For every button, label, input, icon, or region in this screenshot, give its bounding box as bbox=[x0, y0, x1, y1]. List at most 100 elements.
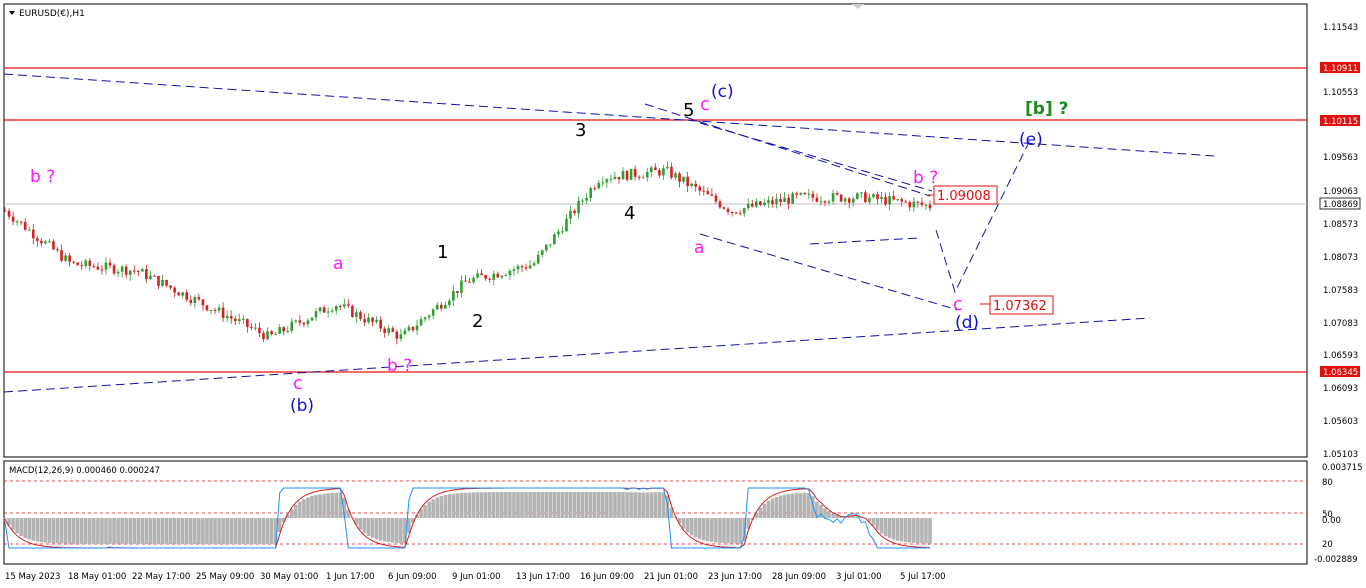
macd-histogram-bar bbox=[879, 518, 884, 534]
wave-label-3: 3 bbox=[575, 120, 586, 141]
macd-histogram-bar bbox=[261, 518, 266, 544]
macd-histogram-bar bbox=[326, 493, 330, 518]
candle-body bbox=[298, 320, 302, 323]
candle-body bbox=[589, 188, 592, 198]
candle-body bbox=[11, 216, 15, 222]
macd-histogram-bar bbox=[253, 518, 258, 544]
candle-body bbox=[492, 273, 496, 280]
macd-histogram-bar bbox=[689, 518, 694, 536]
candle-body bbox=[577, 200, 580, 214]
candle-body bbox=[847, 198, 851, 203]
chart-canvas[interactable]: EURUSD(€),H1 b ? a c (b) b ? 1 2 3 4 5 c… bbox=[0, 0, 1366, 588]
macd-histogram-bar bbox=[491, 492, 496, 518]
macd-histogram-bar bbox=[116, 518, 120, 544]
macd-histogram-bar bbox=[15, 518, 19, 534]
candle-body bbox=[649, 167, 653, 172]
macd-tick: 80 bbox=[1322, 478, 1333, 488]
candle-body bbox=[165, 279, 168, 286]
macd-histogram-bar bbox=[302, 499, 306, 518]
candle-body bbox=[892, 196, 895, 200]
candle-body bbox=[443, 304, 447, 309]
macd-histogram-bar bbox=[374, 518, 379, 540]
candle-body bbox=[169, 285, 172, 288]
candle-body bbox=[658, 170, 661, 176]
candle-body bbox=[395, 331, 399, 339]
candle-body bbox=[831, 193, 835, 202]
macd-histogram-bar bbox=[382, 518, 387, 542]
macd-histogram-bar bbox=[132, 518, 137, 544]
candle-body bbox=[173, 287, 176, 293]
macd-histogram-bar bbox=[576, 492, 581, 518]
time-label: 9 Jun 01:00 bbox=[452, 572, 501, 582]
macd-histogram-bar bbox=[314, 495, 318, 518]
candle-body bbox=[750, 203, 754, 207]
macd-histogram-bar bbox=[241, 518, 246, 544]
candle-body bbox=[654, 167, 657, 171]
price-tick: 1.10553 bbox=[1323, 88, 1358, 98]
macd-histogram-bar bbox=[55, 518, 60, 544]
candle-body bbox=[314, 311, 318, 318]
candle-body bbox=[916, 201, 920, 203]
time-axis[interactable]: 15 May 2023 18 May 01:00 22 May 17:00 25… bbox=[5, 572, 946, 582]
candle-body bbox=[645, 171, 649, 178]
price-box-lower-text: 1.07362 bbox=[993, 299, 1047, 314]
candle-body bbox=[76, 262, 80, 266]
candle-body bbox=[15, 221, 19, 223]
macd-histogram-bar bbox=[75, 518, 80, 544]
candle-body bbox=[722, 207, 726, 209]
candle-body bbox=[605, 179, 609, 183]
price-tick: 1.07583 bbox=[1323, 286, 1358, 296]
macd-histogram-bar bbox=[209, 518, 213, 544]
candle-body bbox=[908, 202, 912, 208]
candle-body bbox=[690, 183, 693, 186]
macd-histogram-bar bbox=[649, 492, 654, 518]
macd-histogram-bar bbox=[96, 518, 100, 544]
macd-histogram-bar bbox=[423, 505, 427, 518]
candle-body bbox=[520, 266, 524, 268]
macd-histogram-bar bbox=[920, 518, 924, 544]
candle-body bbox=[197, 297, 201, 300]
macd-histogram-bar bbox=[265, 518, 270, 544]
macd-histogram-bar bbox=[3, 518, 7, 519]
macd-histogram-bar bbox=[730, 518, 734, 544]
candle-body bbox=[900, 199, 904, 202]
macd-histogram-bar bbox=[71, 518, 76, 544]
macd-histogram-bar bbox=[27, 518, 32, 540]
macd-histogram-bar bbox=[136, 518, 141, 544]
candle-body bbox=[448, 300, 451, 305]
macd-histogram-bar bbox=[358, 518, 363, 530]
price-axis[interactable]: 1.11543 1.10553 1.09563 1.09063 1.08573 … bbox=[1323, 23, 1358, 460]
macd-histogram-bar bbox=[334, 492, 339, 518]
macd-histogram-bar bbox=[770, 498, 775, 518]
macd-histogram-bar bbox=[366, 518, 371, 536]
macd-histogram-bar bbox=[395, 518, 399, 543]
candle-body bbox=[52, 241, 55, 250]
candle-body bbox=[698, 186, 702, 191]
macd-histogram-bar bbox=[621, 492, 625, 518]
macd-histogram-bar bbox=[439, 496, 444, 518]
macd-histogram-bar bbox=[298, 501, 302, 518]
candle-body bbox=[270, 331, 273, 335]
macd-histogram-bar bbox=[653, 492, 658, 518]
macd-histogram-bar bbox=[508, 492, 512, 518]
candle-body bbox=[880, 196, 883, 200]
candle-body bbox=[799, 192, 803, 195]
candle-body bbox=[132, 270, 136, 272]
macd-histogram-bar bbox=[504, 492, 508, 518]
macd-histogram-bar bbox=[225, 518, 229, 544]
candle-body bbox=[888, 196, 891, 205]
macd-histogram-bar bbox=[641, 492, 646, 518]
candle-body bbox=[439, 304, 443, 309]
symbol-label: EURUSD(€),H1 bbox=[19, 9, 85, 19]
wave-label-a-mid: a bbox=[694, 238, 704, 258]
candle-body bbox=[427, 315, 431, 318]
macd-histogram-bar bbox=[588, 492, 593, 518]
macd-histogram-bar bbox=[556, 492, 561, 518]
candle-body bbox=[343, 304, 346, 307]
candle-body bbox=[213, 310, 217, 312]
time-label: 22 May 17:00 bbox=[132, 572, 190, 582]
candle-body bbox=[637, 176, 641, 178]
candle-body bbox=[185, 292, 189, 300]
macd-histogram-bar bbox=[229, 518, 234, 544]
macd-histogram-bar bbox=[912, 518, 916, 543]
